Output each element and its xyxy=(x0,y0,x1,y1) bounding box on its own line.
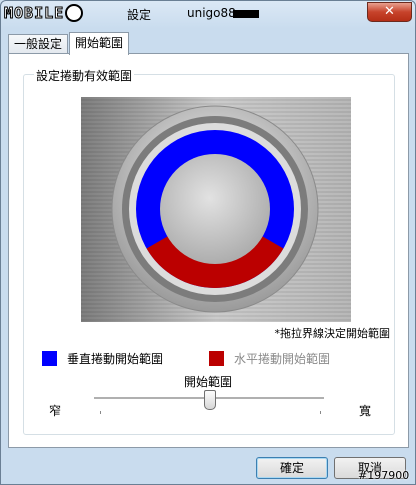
slider-max-label: 寬 xyxy=(359,404,372,418)
legend-vertical: 垂直捲動開始範圍 xyxy=(42,350,163,367)
slider-min-label: 窄 xyxy=(49,404,62,418)
vertical-color-swatch xyxy=(42,351,57,366)
redaction-bar xyxy=(233,10,259,18)
group-title: 設定捲動有效範圍 xyxy=(34,67,135,84)
drag-hint: *拖拉界線決定開始範圍 xyxy=(274,327,391,340)
ok-button[interactable]: 確定 xyxy=(256,457,328,479)
legend-vertical-label: 垂直捲動開始範圍 xyxy=(67,352,164,366)
scroll-wheel-graphic xyxy=(111,105,319,313)
tab-general[interactable]: 一般設定 xyxy=(8,34,69,54)
window-user: unigo88 xyxy=(187,6,236,20)
close-icon: ✕ xyxy=(384,4,395,19)
logo-text: MOBILE xyxy=(3,4,65,23)
slider-tick xyxy=(100,411,101,414)
legend-horizontal: 水平捲動開始範圍 xyxy=(209,350,330,367)
scroll-range-group: 設定捲動有效範圍 *拖拉界線決定開始範圍 垂直捲動開始範圍 水平捲動開始範圍 開… xyxy=(23,67,395,435)
slider-tick xyxy=(320,411,321,414)
tab-panel: 設定捲動有效範圍 *拖拉界線決定開始範圍 垂直捲動開始範圍 水平捲動開始範圍 開… xyxy=(8,53,409,448)
settings-window: MOBILE 設定 unigo88 ✕ 一般設定 開始範圍 設定捲動有效範圍 *… xyxy=(0,0,416,485)
title-bar[interactable]: MOBILE 設定 unigo88 ✕ xyxy=(1,1,415,27)
legend-horizontal-label: 水平捲動開始範圍 xyxy=(234,352,331,366)
scroll-wheel-preview xyxy=(81,97,351,322)
watermark: #197900 xyxy=(358,469,410,482)
tab-start-range[interactable]: 開始範圍 xyxy=(69,32,130,55)
range-slider-thumb[interactable] xyxy=(204,390,216,410)
wheel-center xyxy=(160,154,270,264)
slider-label: 開始範圍 xyxy=(184,375,233,389)
mobile01-logo: MOBILE xyxy=(3,4,84,23)
window-title: 設定 xyxy=(127,8,152,22)
close-button[interactable]: ✕ xyxy=(367,2,412,22)
horizontal-color-swatch xyxy=(209,351,224,366)
logo-circle-icon xyxy=(65,4,84,22)
